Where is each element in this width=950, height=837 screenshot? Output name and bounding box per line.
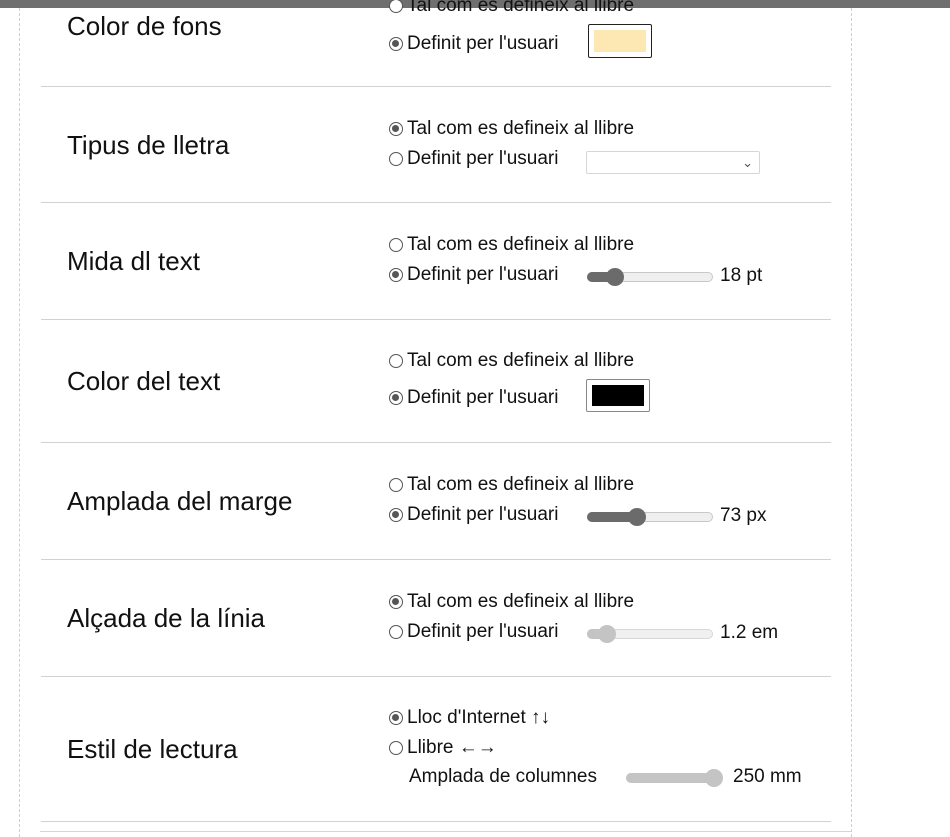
option-label: Tal com es defineix al llibre [407,474,635,495]
radio-button[interactable] [389,625,403,639]
slider-fill [626,773,714,783]
option-label: Tal com es defineix al llibre [407,118,635,139]
font-family-select[interactable]: ⌄ [586,151,760,174]
radio-button-checked[interactable] [389,711,403,725]
option-book-defined[interactable]: Tal com es defineix al llibre [389,0,634,18]
option-label: Tal com es defineix al llibre [407,234,635,255]
radio-button[interactable] [389,152,403,166]
line-height-slider[interactable] [587,625,713,643]
option-label: Definit per l'usuari [407,33,559,54]
radio-button-checked[interactable] [389,37,403,51]
setting-label: Estil de lectura [67,734,238,764]
option-user-defined[interactable]: Definit per l'usuari [389,147,558,171]
option-label: Llibre ←→ [407,737,497,758]
radio-button[interactable] [389,238,403,252]
option-book-defined[interactable]: Tal com es defineix al llibre [389,349,634,373]
setting-label: Mida dl text [67,246,200,276]
radio-button-checked[interactable] [389,508,403,522]
option-label: Definit per l'usuari [407,264,559,285]
option-user-defined[interactable]: Definit per l'usuari [389,620,558,644]
slider-thumb[interactable] [628,508,647,526]
columns-width-slider[interactable] [626,769,723,787]
setting-row-text-color: Color del text Tal com es defineix al ll… [41,320,831,443]
setting-row-background-color: Color de fons Tal com es defineix al lli… [41,0,831,87]
setting-row-line-height: Alçada de la línia Tal com es defineix a… [41,560,831,677]
option-label: Definit per l'usuari [407,387,559,408]
option-label: Tal com es defineix al llibre [407,591,635,612]
slider-thumb[interactable] [597,625,616,643]
setting-row-reading-style: Estil de lectura Lloc d'Internet ↑↓ Llib… [41,677,831,822]
slider-thumb[interactable] [705,769,723,787]
option-internet-scroll[interactable]: Lloc d'Internet ↑↓ [389,706,550,730]
setting-row-text-size: Mida dl text Tal com es defineix al llib… [41,203,831,320]
slider-value: 250 mm [733,766,802,787]
option-book-defined[interactable]: Tal com es defineix al llibre [389,473,634,497]
slider-thumb[interactable] [606,268,625,286]
setting-label: Tipus de lletra [67,130,230,160]
text-color-picker[interactable] [586,379,650,412]
chevron-down-icon: ⌄ [742,155,753,170]
slider-value: 18 pt [720,265,763,286]
radio-button-checked[interactable] [389,391,403,405]
slider-value: 1.2 em [720,622,779,643]
panel-bottom-border [40,831,852,832]
option-book-defined[interactable]: Tal com es defineix al llibre [389,117,634,141]
option-user-defined[interactable]: Definit per l'usuari [389,263,558,287]
setting-label: Color del text [67,366,221,396]
option-book-defined[interactable]: Tal com es defineix al llibre [389,590,634,614]
text-size-slider[interactable] [587,268,713,286]
setting-row-margin-width: Amplada del marge Tal com es defineix al… [41,443,831,560]
setting-label: Amplada del marge [67,486,293,516]
option-user-defined[interactable]: Definit per l'usuari [389,386,558,410]
option-user-defined[interactable]: Definit per l'usuari [389,503,558,527]
background-color-picker[interactable] [588,24,652,58]
radio-button[interactable] [389,741,403,755]
columns-width-label: Amplada de columnes [409,766,597,787]
setting-row-font: Tipus de lletra Tal com es defineix al l… [41,87,831,203]
color-preview [594,30,646,52]
radio-button[interactable] [389,354,403,368]
left-page-guide [19,8,20,837]
radio-button-checked[interactable] [389,122,403,136]
radio-button[interactable] [389,478,403,492]
option-label: Definit per l'usuari [407,504,559,525]
radio-button-checked[interactable] [389,595,403,609]
slider-value: 73 px [720,505,767,526]
option-label: Definit per l'usuari [407,621,559,642]
radio-button-checked[interactable] [389,268,403,282]
option-label: Lloc d'Internet ↑↓ [407,707,551,728]
setting-label: Alçada de la línia [67,603,266,633]
radio-button[interactable] [389,0,403,13]
option-book-defined[interactable]: Tal com es defineix al llibre [389,233,634,257]
right-page-guide [851,8,852,837]
option-book-pages[interactable]: Llibre ←→ [389,736,497,760]
option-user-defined[interactable]: Definit per l'usuari [389,32,558,56]
margin-width-slider[interactable] [587,508,713,526]
option-label: Tal com es defineix al llibre [407,350,635,371]
color-preview [592,385,644,406]
option-label: Tal com es defineix al llibre [407,0,635,16]
setting-label: Color de fons [67,11,222,41]
option-label: Definit per l'usuari [407,148,559,169]
